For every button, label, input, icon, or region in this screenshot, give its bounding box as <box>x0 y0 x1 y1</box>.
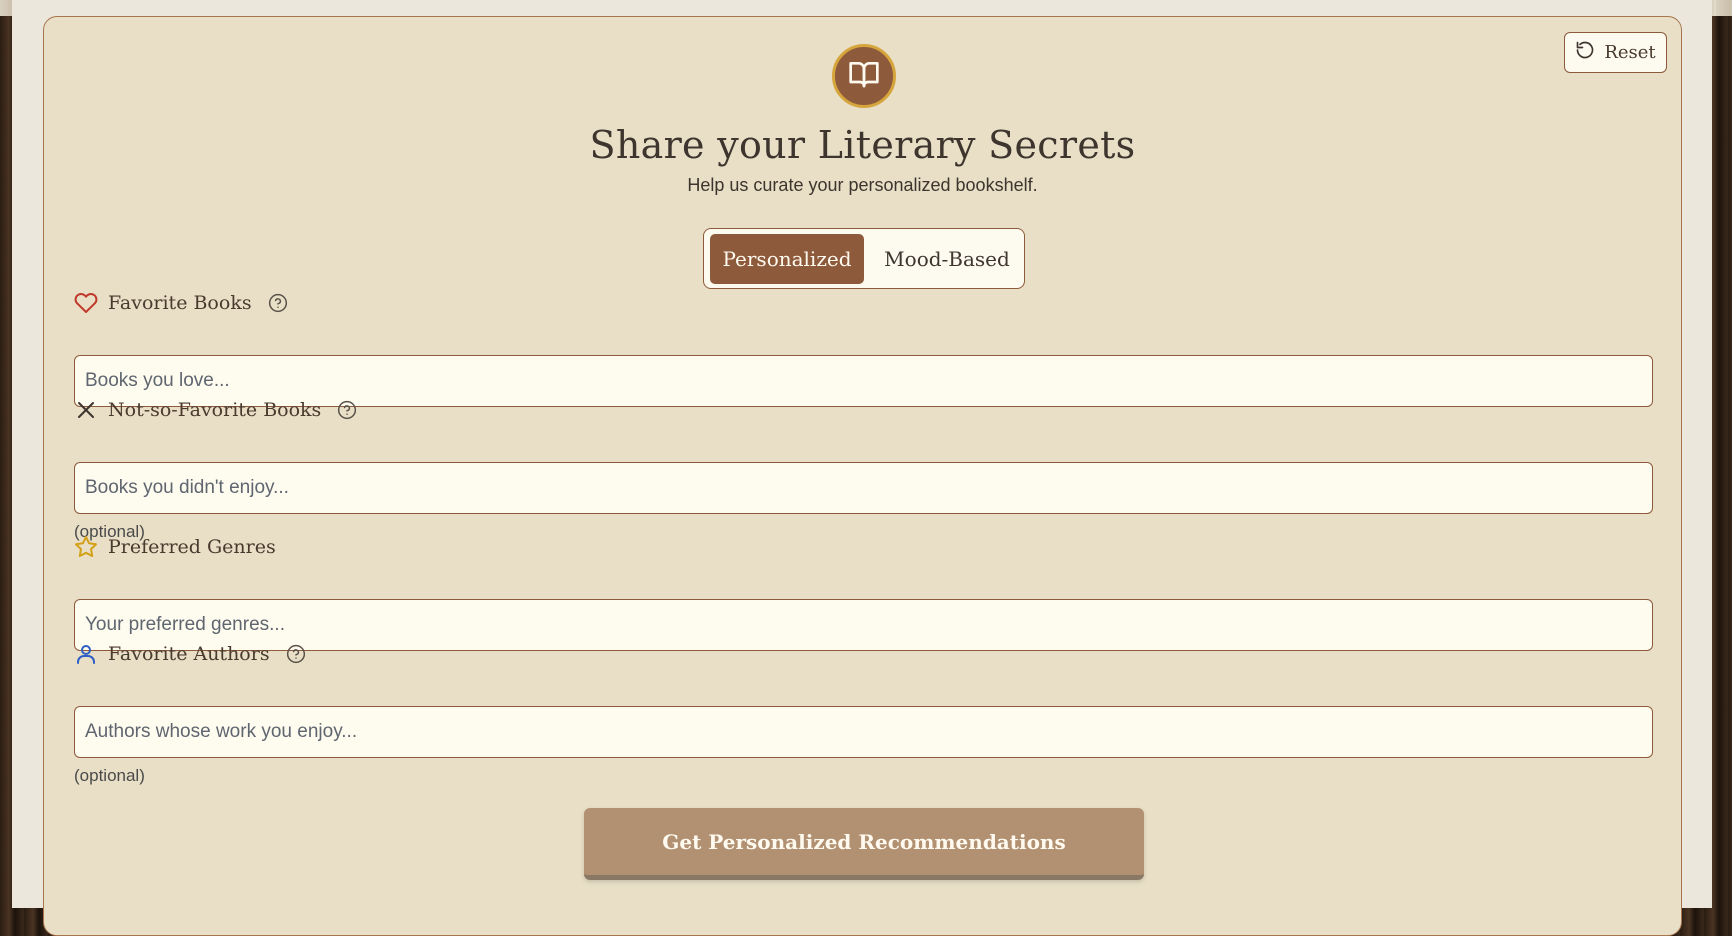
page-subtitle: Help us curate your personalized bookshe… <box>687 175 1038 195</box>
not-so-favorite-books-label: Not-so-Favorite Books <box>108 399 322 421</box>
reset-button[interactable]: Reset <box>1564 32 1667 73</box>
tab-mood-based[interactable]: Mood-Based <box>872 234 1022 284</box>
help-icon[interactable] <box>337 400 357 420</box>
preferred-genres-label-row: Preferred Genres <box>74 532 276 562</box>
tab-personalized[interactable]: Personalized <box>710 233 864 284</box>
not-so-favorite-books-input[interactable] <box>74 462 1653 514</box>
preferences-card: Reset Share your Literary Secrets Help u… <box>43 16 1682 936</box>
preferred-genres-label: Preferred Genres <box>108 536 276 558</box>
preferred-genres-input[interactable] <box>74 599 1653 651</box>
help-icon[interactable] <box>286 644 306 664</box>
favorite-books-label: Favorite Books <box>108 292 252 314</box>
page-title: Share your Literary Secrets <box>589 123 1136 167</box>
heart-icon <box>74 291 98 315</box>
mode-toggle: Personalized Mood-Based <box>703 228 1025 289</box>
open-book-icon <box>848 58 880 94</box>
favorite-authors-input[interactable] <box>74 706 1653 758</box>
not-so-favorite-books-label-row: Not-so-Favorite Books <box>74 395 357 425</box>
get-recommendations-button[interactable]: Get Personalized Recommendations <box>584 808 1144 880</box>
book-logo-badge <box>832 44 896 108</box>
x-icon <box>74 398 98 422</box>
favorite-authors-label-row: Favorite Authors <box>74 639 306 669</box>
reset-label: Reset <box>1604 42 1656 63</box>
reset-icon <box>1575 40 1595 65</box>
favorite-books-label-row: Favorite Books <box>74 288 288 318</box>
optional-note: (optional) <box>74 766 145 785</box>
user-icon <box>74 642 98 666</box>
help-icon[interactable] <box>268 293 288 313</box>
star-icon <box>74 535 98 559</box>
favorite-authors-label: Favorite Authors <box>108 643 270 665</box>
